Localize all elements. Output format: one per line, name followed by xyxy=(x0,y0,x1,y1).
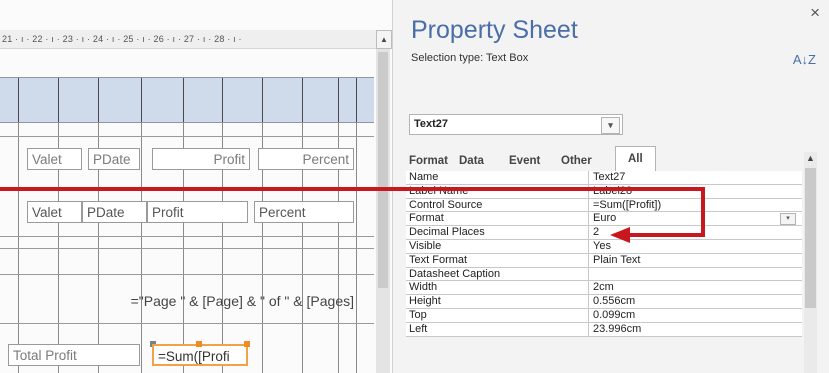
page-header-band[interactable] xyxy=(0,77,374,123)
selection-type: Selection type: Text Box xyxy=(411,52,529,64)
scroll-up-arrow[interactable]: ▲ xyxy=(804,152,817,165)
horizontal-ruler: 21 · ı · 22 · ı · 23 · ı · 24 · ı · 25 ·… xyxy=(0,30,376,49)
property-row[interactable]: Control Source =Sum([Profit]) xyxy=(406,198,802,213)
control-selector-dropdown[interactable]: Text27 ▾ xyxy=(409,114,623,135)
field-percent[interactable]: Percent xyxy=(254,201,354,223)
property-row[interactable]: Left 23.996cm xyxy=(406,322,802,337)
tab-data[interactable]: Data xyxy=(459,151,484,171)
property-sheet-title: Property Sheet xyxy=(411,16,578,44)
page-number-expression[interactable]: ="Page " & [Page] & " of " & [Pages] xyxy=(88,293,354,313)
label-total-profit[interactable]: Total Profit xyxy=(8,344,140,366)
tab-all[interactable]: All xyxy=(615,146,656,173)
callout-arrow-icon xyxy=(610,227,630,243)
property-row[interactable]: Width 2cm xyxy=(406,281,802,296)
close-icon[interactable]: × xyxy=(810,3,820,23)
property-row[interactable]: Format Euro ▾ xyxy=(406,212,802,227)
chevron-down-icon[interactable]: ▾ xyxy=(780,213,796,226)
callout-line xyxy=(0,187,704,191)
label-profit[interactable]: Profit xyxy=(152,148,250,170)
tab-format[interactable]: Format xyxy=(409,151,448,171)
label-valet[interactable]: Valet xyxy=(27,148,82,170)
textbox-sum-profit[interactable]: =Sum([Profi xyxy=(152,344,248,366)
callout-line xyxy=(628,233,705,237)
scroll-up-arrow[interactable]: ▲ xyxy=(376,30,392,49)
property-grid: NameText27 Label NameLabel28 Control Sou… xyxy=(406,171,802,337)
sort-icon[interactable]: A↓Z xyxy=(793,52,816,67)
field-pdate[interactable]: PDate xyxy=(82,201,147,223)
property-row[interactable]: Text Format Plain Text xyxy=(406,253,802,268)
property-row[interactable]: Datasheet Caption xyxy=(406,267,802,282)
callout-line xyxy=(701,187,705,237)
tab-event[interactable]: Event xyxy=(509,151,540,171)
property-row[interactable]: Name Text27 xyxy=(406,171,802,185)
property-row[interactable]: Visible Yes xyxy=(406,239,802,254)
label-percent[interactable]: Percent xyxy=(258,148,354,170)
property-row[interactable]: Height 0.556cm xyxy=(406,295,802,309)
scrollbar-thumb[interactable] xyxy=(378,52,388,288)
tab-other[interactable]: Other xyxy=(561,151,592,171)
scrollbar-thumb[interactable] xyxy=(805,168,816,308)
field-profit[interactable]: Profit xyxy=(147,201,248,223)
resize-handle[interactable] xyxy=(244,341,250,347)
property-row[interactable]: Decimal Places 2 xyxy=(406,226,802,240)
resize-handle[interactable] xyxy=(196,341,202,347)
property-row[interactable]: Top 0.099cm xyxy=(406,308,802,323)
control-selector-value: Text27 xyxy=(414,118,449,130)
label-pdate[interactable]: PDate xyxy=(88,148,140,170)
field-valet[interactable]: Valet xyxy=(27,201,82,223)
chevron-down-icon[interactable]: ▾ xyxy=(601,117,620,134)
